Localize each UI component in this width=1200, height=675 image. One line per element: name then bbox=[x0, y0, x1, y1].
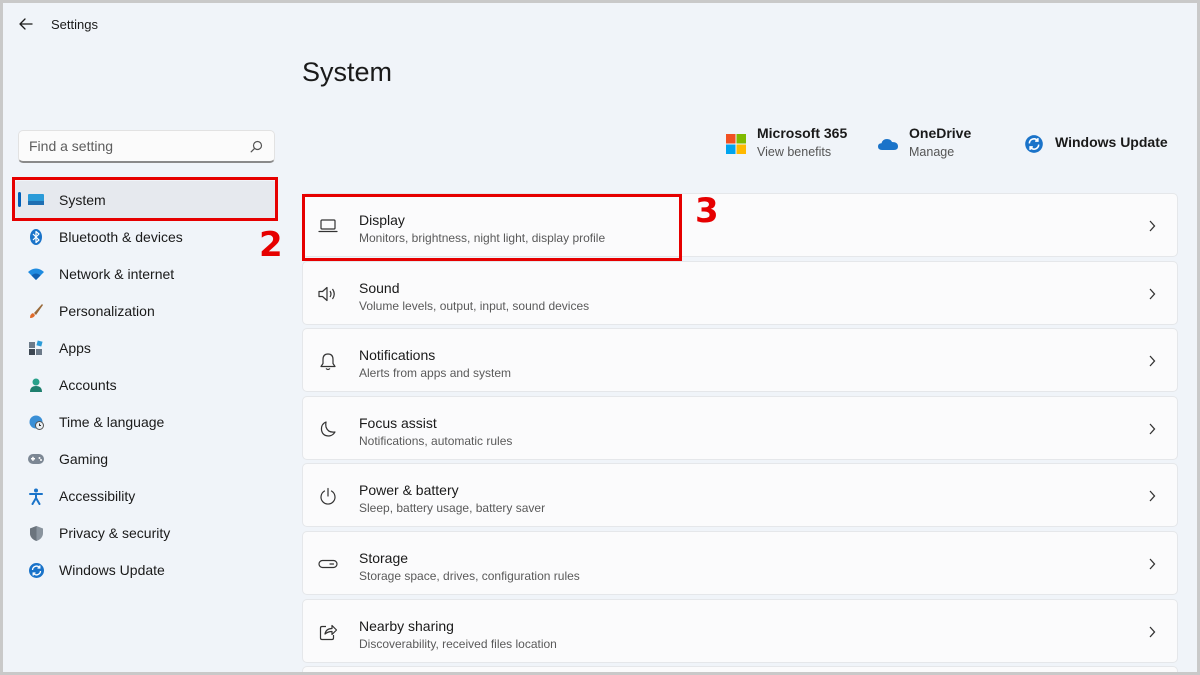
sidebar-item-personalization[interactable]: Personalization bbox=[13, 292, 278, 329]
app-title: Settings bbox=[51, 17, 98, 32]
microsoft-logo-icon bbox=[725, 133, 747, 155]
quick-link-title: Microsoft 365 bbox=[757, 125, 848, 141]
settings-card-list: Display Monitors, brightness, night ligh… bbox=[302, 193, 1178, 675]
card-title: Power & battery bbox=[359, 482, 459, 499]
sidebar-item-privacy[interactable]: Privacy & security bbox=[13, 514, 278, 551]
sidebar-item-label: Accessibility bbox=[59, 487, 136, 504]
update-icon bbox=[1023, 133, 1045, 155]
quick-link-microsoft-365[interactable]: Microsoft 365 View benefits bbox=[725, 125, 847, 159]
card-title: Display bbox=[359, 212, 405, 228]
back-arrow-icon[interactable] bbox=[15, 13, 37, 35]
brush-icon bbox=[27, 302, 45, 320]
wifi-icon bbox=[27, 265, 45, 283]
card-subtitle: Discoverability, received files location bbox=[359, 636, 557, 651]
card-title: Storage bbox=[359, 549, 409, 566]
card-storage[interactable]: Storage Storage space, drives, configura… bbox=[302, 530, 1178, 595]
bell-icon bbox=[317, 350, 339, 372]
sidebar-item-label: Time & language bbox=[59, 413, 165, 430]
quick-link-windows-update[interactable]: Windows Update bbox=[1023, 125, 1168, 155]
update-icon bbox=[27, 561, 45, 579]
callout-number-3: 3 bbox=[695, 191, 719, 231]
sidebar-item-label: Apps bbox=[59, 339, 91, 356]
card-sound[interactable]: Sound Volume levels, output, input, soun… bbox=[302, 260, 1178, 325]
quick-link-onedrive[interactable]: OneDrive Manage bbox=[877, 125, 971, 159]
page-title: System bbox=[302, 57, 393, 87]
card-display[interactable]: Display Monitors, brightness, night ligh… bbox=[302, 193, 1178, 257]
monitor-icon bbox=[27, 191, 45, 209]
card-title: Sound bbox=[359, 279, 400, 296]
moon-icon bbox=[317, 418, 339, 440]
shield-icon bbox=[27, 524, 45, 542]
card-title: Focus assist bbox=[359, 414, 437, 431]
sidebar-item-accounts[interactable]: Accounts bbox=[13, 366, 278, 403]
sidebar-item-windows-update[interactable]: Windows Update bbox=[13, 551, 278, 588]
drive-icon bbox=[317, 553, 339, 575]
card-subtitle: Storage space, drives, configuration rul… bbox=[359, 568, 580, 583]
card-partial bbox=[302, 666, 1178, 675]
sidebar-item-time-language[interactable]: Time & language bbox=[13, 403, 278, 440]
sidebar-item-label: Windows Update bbox=[59, 561, 165, 578]
chevron-right-icon bbox=[1145, 353, 1159, 369]
laptop-icon bbox=[317, 215, 339, 237]
share-icon bbox=[317, 621, 339, 643]
quick-link-title: OneDrive bbox=[909, 125, 972, 141]
apps-icon bbox=[27, 339, 45, 357]
sidebar-nav: System Bluetooth & devices Network & int… bbox=[13, 181, 278, 588]
sidebar-item-network[interactable]: Network & internet bbox=[13, 255, 278, 292]
card-subtitle: Sleep, battery usage, battery saver bbox=[359, 501, 546, 516]
chevron-right-icon bbox=[1145, 488, 1159, 504]
card-subtitle: Monitors, brightness, night light, displ… bbox=[359, 231, 606, 245]
sidebar-item-label: Accounts bbox=[59, 376, 117, 393]
title-bar: Settings bbox=[3, 3, 1197, 47]
card-nearby-sharing[interactable]: Nearby sharing Discoverability, received… bbox=[302, 598, 1178, 663]
search-input[interactable] bbox=[29, 138, 248, 154]
sidebar-item-system[interactable]: System bbox=[13, 181, 278, 218]
gamepad-icon bbox=[27, 450, 45, 468]
bluetooth-icon bbox=[27, 228, 45, 246]
chevron-right-icon bbox=[1145, 218, 1159, 234]
card-power-battery[interactable]: Power & battery Sleep, battery usage, ba… bbox=[302, 463, 1178, 528]
sidebar-item-apps[interactable]: Apps bbox=[13, 329, 278, 366]
card-title: Nearby sharing bbox=[359, 617, 454, 634]
sidebar-item-gaming[interactable]: Gaming bbox=[13, 440, 278, 477]
chevron-right-icon bbox=[1145, 421, 1159, 437]
search-icon bbox=[248, 138, 264, 154]
search-box[interactable] bbox=[18, 130, 275, 163]
chevron-right-icon bbox=[1145, 286, 1159, 302]
cloud-icon bbox=[877, 133, 899, 155]
card-focus-assist[interactable]: Focus assist Notifications, automatic ru… bbox=[302, 395, 1178, 460]
sidebar-item-label: Gaming bbox=[59, 450, 109, 467]
sidebar-item-label: Network & internet bbox=[59, 265, 175, 282]
accessibility-icon bbox=[27, 487, 45, 505]
quick-link-title: Windows Update bbox=[1055, 134, 1168, 150]
globe-clock-icon bbox=[27, 413, 45, 431]
chevron-right-icon bbox=[1145, 556, 1159, 572]
quick-link-subtitle: Manage bbox=[909, 145, 955, 159]
card-subtitle: Notifications, automatic rules bbox=[359, 433, 513, 448]
speaker-icon bbox=[317, 283, 339, 305]
sidebar-item-label: Privacy & security bbox=[59, 524, 171, 541]
quick-link-subtitle: View benefits bbox=[757, 145, 832, 159]
chevron-right-icon bbox=[1145, 624, 1159, 640]
sidebar-item-label: Personalization bbox=[59, 302, 155, 319]
sidebar-item-accessibility[interactable]: Accessibility bbox=[13, 477, 278, 514]
sidebar-item-label: System bbox=[59, 191, 106, 208]
card-title: Notifications bbox=[359, 347, 436, 364]
power-icon bbox=[317, 485, 339, 507]
card-notifications[interactable]: Notifications Alerts from apps and syste… bbox=[302, 328, 1178, 393]
settings-window: Settings System Bluetooth & devices Netw… bbox=[3, 3, 1197, 675]
sidebar-item-bluetooth[interactable]: Bluetooth & devices bbox=[13, 218, 278, 255]
sidebar-item-label: Bluetooth & devices bbox=[59, 228, 183, 245]
card-subtitle: Alerts from apps and system bbox=[359, 366, 512, 381]
callout-number-2: 2 bbox=[259, 225, 283, 265]
account-icon bbox=[27, 376, 45, 394]
card-subtitle: Volume levels, output, input, sound devi… bbox=[359, 298, 590, 313]
